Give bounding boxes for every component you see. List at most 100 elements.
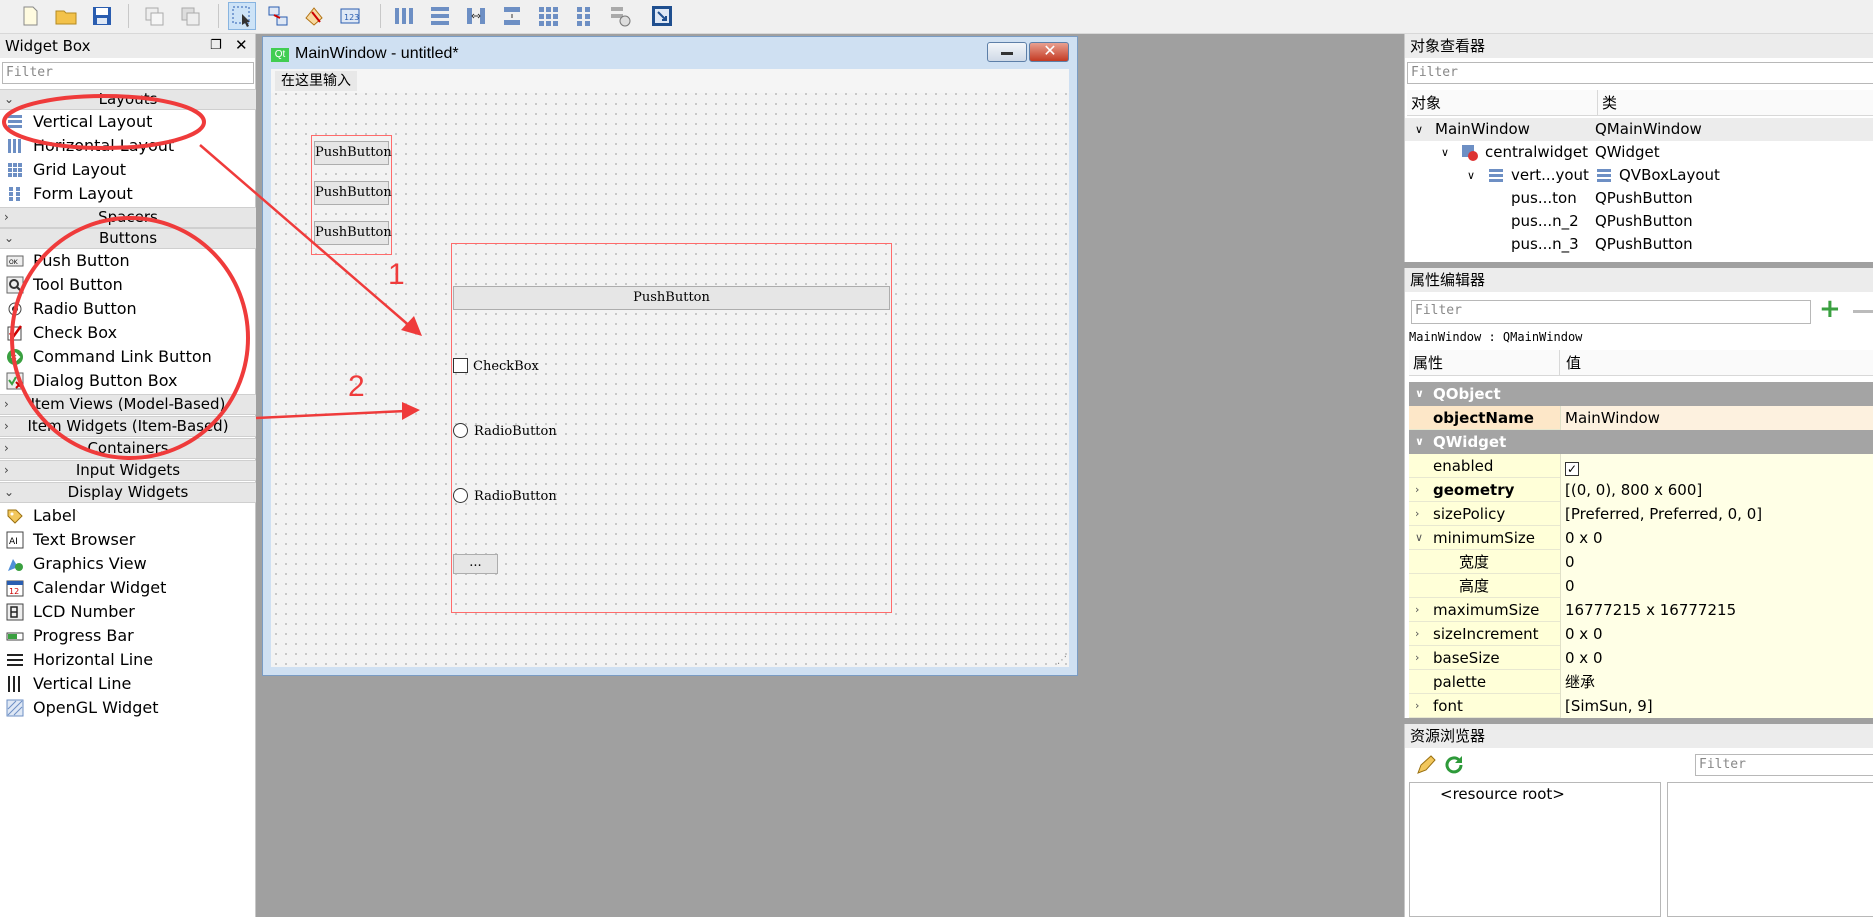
- widget-tool-button[interactable]: Tool Button: [0, 273, 256, 297]
- prop-sizeincrement[interactable]: › sizeIncrement 0 x 0: [1409, 622, 1873, 646]
- resource-tree[interactable]: <resource root>: [1409, 782, 1661, 917]
- widget-radio-button[interactable]: Radio Button: [0, 297, 256, 321]
- tree-row-mainwindow[interactable]: ∨ MainWindow QMainWindow: [1405, 118, 1873, 141]
- group-qobject[interactable]: ∨ QObject: [1409, 382, 1873, 406]
- open-folder-icon[interactable]: [52, 2, 80, 30]
- widget-lcd-number[interactable]: LCD Number: [0, 600, 256, 624]
- prop-sizepolicy[interactable]: › sizePolicy [Preferred, Preferred, 0, 0…: [1409, 502, 1873, 526]
- tree-row-pushbutton-2[interactable]: pus...n_2 QPushButton: [1405, 210, 1873, 233]
- reload-icon[interactable]: [1443, 754, 1465, 776]
- edit-signals-icon[interactable]: [264, 2, 292, 30]
- widget-label[interactable]: Label: [0, 504, 256, 528]
- tree-row-pushbutton-3[interactable]: pus...n_3 QPushButton: [1405, 233, 1873, 256]
- break-layout-icon[interactable]: [606, 2, 634, 30]
- float-icon[interactable]: ❐: [210, 38, 222, 53]
- paste-icon[interactable]: [176, 2, 204, 30]
- widget-graphics-view[interactable]: Graphics View: [0, 552, 256, 576]
- lay-out-horizontally-icon[interactable]: [390, 2, 418, 30]
- lay-out-horizontal-splitter-icon[interactable]: [462, 2, 490, 30]
- widget-command-link-button[interactable]: Command Link Button: [0, 345, 256, 369]
- close-window-button[interactable]: ✕: [1029, 41, 1069, 62]
- tree-row-pushbutton-1[interactable]: pus...ton QPushButton: [1405, 187, 1873, 210]
- category-item-views[interactable]: › Item Views (Model-Based): [0, 394, 256, 415]
- category-layouts[interactable]: ⌄ Layouts: [0, 89, 256, 110]
- tool-button[interactable]: ...: [453, 554, 498, 574]
- edit-buddies-icon[interactable]: [300, 2, 328, 30]
- prop-enabled[interactable]: enabled ✓: [1409, 454, 1873, 478]
- edit-widgets-icon[interactable]: [228, 2, 256, 30]
- lay-out-vertical-splitter-icon[interactable]: [498, 2, 526, 30]
- minimize-button[interactable]: [987, 42, 1027, 62]
- category-containers[interactable]: › Containers: [0, 438, 256, 459]
- prop-minimumsize-width[interactable]: 宽度 0: [1409, 550, 1873, 574]
- widget-opengl[interactable]: OpenGL Widget: [0, 696, 256, 720]
- category-spacers[interactable]: › Spacers: [0, 207, 256, 228]
- menu-type-here[interactable]: 在这里输入: [275, 71, 357, 91]
- prop-minimumsize-height[interactable]: 高度 0: [1409, 574, 1873, 598]
- category-item-widgets[interactable]: › Item Widgets (Item-Based): [0, 416, 256, 437]
- property-editor-filter-input[interactable]: Filter: [1411, 300, 1811, 324]
- adjust-size-icon[interactable]: [648, 2, 676, 30]
- widget-check-box[interactable]: Check Box: [0, 321, 256, 345]
- lay-out-vertically-icon[interactable]: [426, 2, 454, 30]
- qt-logo-icon: Qt: [271, 48, 289, 62]
- radio-button-2[interactable]: [453, 488, 468, 503]
- remove-property-icon[interactable]: [1853, 310, 1873, 313]
- form-canvas[interactable]: 在这里输入 PushButton PushButton PushButton P…: [271, 69, 1069, 667]
- push-button-1[interactable]: PushButton: [314, 141, 392, 165]
- prop-maximumsize[interactable]: › maximumSize 16777215 x 16777215: [1409, 598, 1873, 622]
- radio-button-1[interactable]: [453, 423, 468, 438]
- wide-push-button[interactable]: PushButton: [453, 286, 890, 310]
- group-qwidget[interactable]: ∨ QWidget: [1409, 430, 1873, 454]
- copy-icon[interactable]: [140, 2, 168, 30]
- col-header-property[interactable]: 属性: [1409, 350, 1559, 376]
- enabled-checkbox[interactable]: ✓: [1565, 462, 1579, 476]
- widget-dialog-button-box[interactable]: Dialog Button Box: [0, 369, 256, 393]
- category-input-widgets[interactable]: › Input Widgets: [0, 460, 256, 481]
- prop-palette[interactable]: palette 继承: [1409, 670, 1873, 694]
- object-inspector-filter-input[interactable]: Filter: [1407, 62, 1873, 84]
- tree-row-centralwidget[interactable]: ∨ centralwidget QWidget: [1405, 141, 1873, 164]
- close-icon[interactable]: ✕: [235, 36, 248, 54]
- widget-horizontal-line[interactable]: Horizontal Line: [0, 648, 256, 672]
- save-icon[interactable]: [88, 2, 116, 30]
- resource-filter-input[interactable]: Filter: [1695, 754, 1873, 776]
- prop-minimumsize[interactable]: ∨ minimumSize 0 x 0: [1409, 526, 1873, 550]
- widget-text-browser[interactable]: AI Text Browser: [0, 528, 256, 552]
- widget-push-button[interactable]: OK Push Button: [0, 249, 256, 273]
- push-button-2[interactable]: PushButton: [314, 181, 392, 205]
- prop-font[interactable]: › font [SimSun, 9]: [1409, 694, 1873, 718]
- tree-row-vertical-layout[interactable]: ∨ vert...yout QVBoxLayout: [1405, 164, 1873, 187]
- edit-tab-order-icon[interactable]: 123: [336, 2, 364, 30]
- widget-form-layout[interactable]: Form Layout: [0, 182, 256, 206]
- col-header-object[interactable]: 对象: [1407, 90, 1597, 116]
- category-display-widgets[interactable]: ⌄ Display Widgets: [0, 482, 256, 503]
- text-browser-icon: AI: [6, 531, 24, 549]
- resource-root-item[interactable]: <resource root>: [1440, 785, 1565, 803]
- push-button-icon: OK: [6, 255, 24, 267]
- category-buttons[interactable]: ⌄ Buttons: [0, 228, 256, 249]
- annotation-label-1: 1: [388, 258, 405, 291]
- col-header-class[interactable]: 类: [1597, 90, 1873, 116]
- prop-geometry[interactable]: › geometry [(0, 0), 800 x 600]: [1409, 478, 1873, 502]
- widget-calendar[interactable]: 12 Calendar Widget: [0, 576, 256, 600]
- widget-box-filter-input[interactable]: Filter: [2, 62, 254, 84]
- push-button-3[interactable]: PushButton: [314, 221, 392, 245]
- lay-out-form-icon[interactable]: [570, 2, 598, 30]
- resize-grip-icon[interactable]: ⋰: [1057, 655, 1067, 666]
- widget-vertical-layout[interactable]: Vertical Layout: [0, 110, 256, 134]
- resource-list[interactable]: [1667, 782, 1873, 917]
- form-window[interactable]: Qt MainWindow - untitled* ✕ 在这里输入 PushBut…: [262, 36, 1078, 676]
- new-file-icon[interactable]: [16, 2, 44, 30]
- col-header-value[interactable]: 值: [1559, 350, 1873, 376]
- widget-grid-layout[interactable]: Grid Layout: [0, 158, 256, 182]
- prop-basesize[interactable]: › baseSize 0 x 0: [1409, 646, 1873, 670]
- checkbox[interactable]: [453, 358, 468, 373]
- widget-vertical-line[interactable]: Vertical Line: [0, 672, 256, 696]
- add-dynamic-property-icon[interactable]: +: [1819, 296, 1841, 322]
- lay-out-grid-icon[interactable]: [534, 2, 562, 30]
- widget-horizontal-layout[interactable]: Horizontal Layout: [0, 134, 256, 158]
- prop-objectname[interactable]: objectName MainWindow: [1409, 406, 1873, 430]
- widget-progress-bar[interactable]: Progress Bar: [0, 624, 256, 648]
- edit-resources-icon[interactable]: [1415, 754, 1437, 776]
